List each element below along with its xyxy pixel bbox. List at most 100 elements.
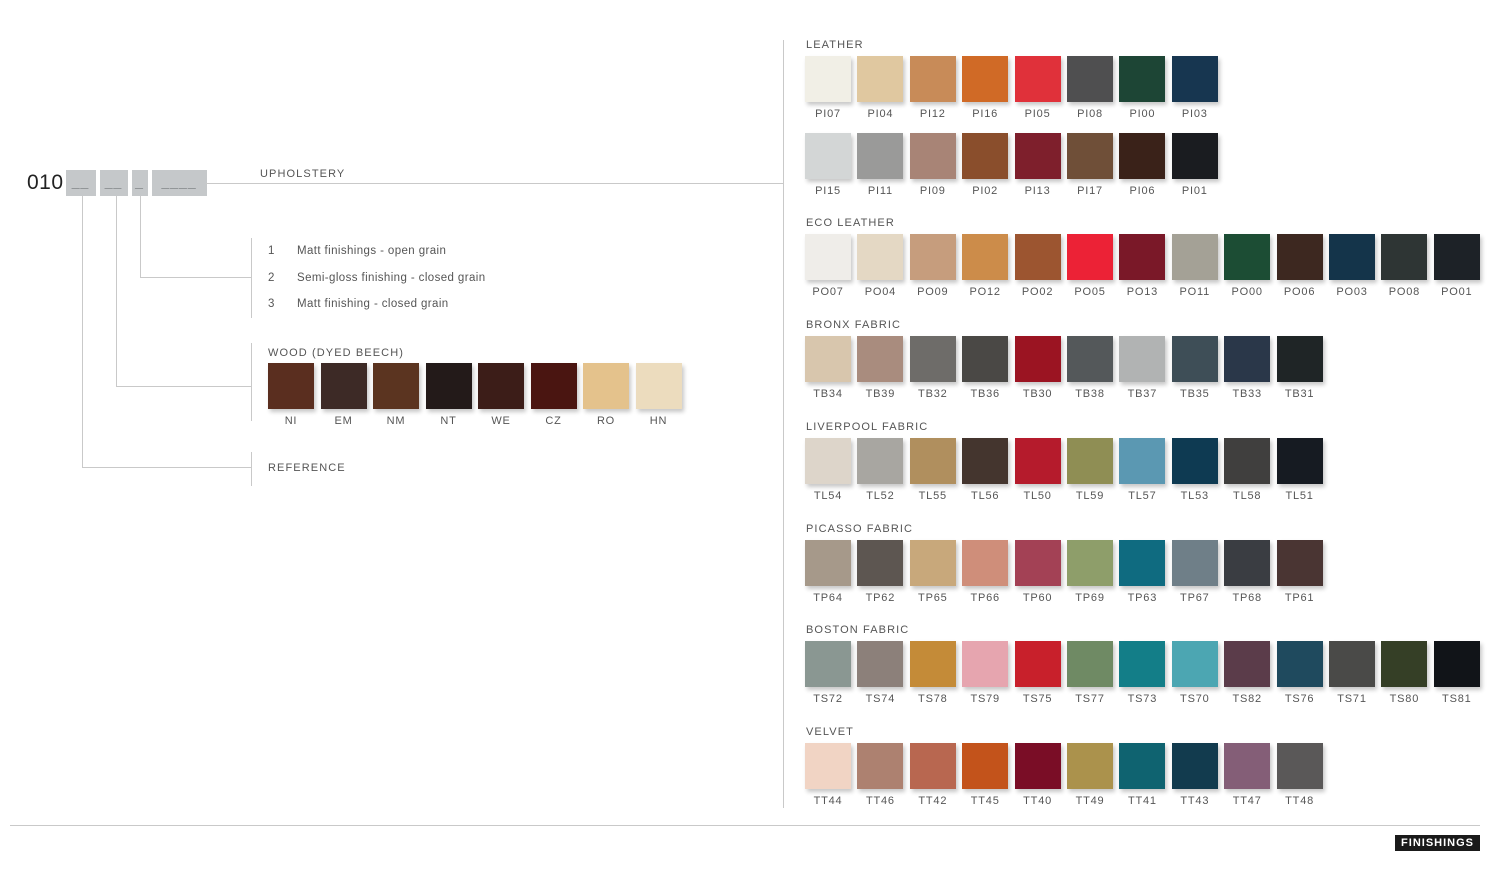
swatch-code: PI03	[1181, 108, 1208, 120]
group-title: BOSTON FABRIC	[806, 624, 910, 636]
swatch-code: TS77	[1075, 693, 1105, 705]
swatch-we	[478, 363, 524, 409]
swatch-ts77	[1067, 641, 1113, 687]
swatch-code: PI07	[815, 108, 841, 120]
swatch-code: PO09	[917, 286, 949, 298]
swatch-code: TS75	[1022, 693, 1053, 705]
swatch-tb38	[1067, 336, 1113, 382]
swatch-code: TB35	[1180, 388, 1210, 400]
swatch-code: PO11	[1179, 286, 1211, 298]
swatch-tl56	[962, 438, 1009, 484]
swatch-code: PO08	[1388, 286, 1421, 298]
swatch-pi00	[1119, 56, 1166, 102]
swatch-tb32	[909, 336, 956, 382]
swatch-code: TL50	[1023, 490, 1052, 502]
swatch-code: PI08	[1077, 108, 1103, 120]
swatch-tt42	[909, 743, 956, 789]
group-title: PICASSO FABRIC	[806, 523, 914, 535]
swatch-code: TP69	[1075, 592, 1105, 604]
footer-divider	[10, 825, 1480, 826]
swatch-code: NT	[440, 415, 457, 427]
swatch-code: TT45	[970, 795, 1000, 807]
swatch-po07	[805, 234, 851, 280]
swatch-ts70	[1171, 641, 1218, 687]
swatch-code: TB38	[1075, 388, 1105, 400]
swatch-tp68	[1224, 540, 1271, 586]
swatch-tb31	[1276, 336, 1323, 382]
swatch-po02	[1014, 234, 1061, 280]
finish-option-text: Semi-gloss finishing - closed grain	[297, 272, 486, 284]
swatch-nt	[425, 363, 472, 409]
swatch-tt43	[1171, 743, 1218, 789]
swatch-code: PO07	[812, 286, 844, 298]
swatch-code: TL51	[1285, 490, 1314, 502]
swatch-po03	[1329, 234, 1375, 280]
swatch-pi06	[1119, 133, 1166, 179]
swatch-code: TB36	[970, 388, 1000, 400]
reference-connector-h	[82, 467, 251, 468]
finish-option: 3 Matt finishing - closed grain	[268, 298, 449, 310]
swatch-ts82	[1224, 641, 1271, 687]
swatch-tb30	[1014, 336, 1061, 382]
swatch-po08	[1381, 234, 1428, 280]
swatch-pi17	[1067, 133, 1113, 179]
swatch-em	[320, 363, 367, 409]
swatch-code: TB32	[918, 388, 948, 400]
swatch-tl51	[1276, 438, 1323, 484]
swatch-code: TT41	[1127, 795, 1157, 807]
code-slot-finish: _	[131, 170, 148, 196]
swatch-code: PO05	[1074, 286, 1106, 298]
swatch-code: TL53	[1180, 490, 1209, 502]
swatch-code: TS78	[918, 693, 948, 705]
swatch-po00	[1224, 234, 1271, 280]
swatch-tp62	[857, 540, 904, 586]
swatch-code: EM	[334, 415, 353, 427]
swatch-po06	[1276, 234, 1323, 280]
swatch-pi09	[909, 133, 956, 179]
swatch-ni	[268, 363, 314, 409]
swatch-code: TL56	[971, 490, 1000, 502]
wood-title: WOOD (DYED BEECH)	[268, 347, 405, 359]
finish-connector-h	[140, 277, 251, 278]
swatch-ts81	[1433, 641, 1480, 687]
finish-option-text: Matt finishings - open grain	[297, 245, 447, 257]
finish-bracket	[251, 238, 252, 318]
swatch-tp69	[1067, 540, 1113, 586]
swatch-code: NI	[284, 415, 298, 427]
swatch-ts75	[1014, 641, 1061, 687]
swatch-code: TT47	[1232, 795, 1262, 807]
swatch-pi12	[909, 56, 956, 102]
swatch-po04	[857, 234, 904, 280]
swatch-tp66	[962, 540, 1009, 586]
swatch-code: PO12	[969, 286, 1001, 298]
reference-label: REFERENCE	[268, 462, 346, 474]
swatch-code: PO03	[1336, 286, 1368, 298]
swatch-pi16	[962, 56, 1009, 102]
group-title: BRONX FABRIC	[806, 319, 902, 331]
swatch-code: PO06	[1283, 286, 1316, 298]
swatch-code: TT43	[1180, 795, 1210, 807]
swatch-ts80	[1381, 641, 1428, 687]
code-slot-upholstery: ____	[151, 170, 207, 196]
swatch-code: TT48	[1285, 795, 1315, 807]
finish-option-text: Matt finishing - closed grain	[297, 298, 449, 310]
swatch-code: PI06	[1129, 185, 1156, 197]
swatch-code: PO02	[1021, 286, 1054, 298]
swatch-pi02	[962, 133, 1009, 179]
swatch-tl50	[1014, 438, 1061, 484]
swatch-code: PI02	[972, 185, 999, 197]
swatch-tp60	[1014, 540, 1061, 586]
swatch-tt41	[1119, 743, 1166, 789]
upholstery-label: UPHOLSTERY	[260, 168, 346, 180]
swatch-code: TB30	[1022, 388, 1053, 400]
swatch-tl52	[857, 438, 904, 484]
swatch-ts76	[1276, 641, 1323, 687]
code-slot-reference: __	[65, 170, 96, 196]
swatch-code: TS74	[865, 693, 896, 705]
swatch-code: TL55	[918, 490, 947, 502]
swatch-cz	[530, 363, 577, 409]
upholstery-connector	[206, 183, 784, 184]
swatch-code: TP60	[1022, 592, 1053, 604]
swatch-code: TS79	[970, 693, 1000, 705]
swatch-code: PO04	[864, 286, 897, 298]
